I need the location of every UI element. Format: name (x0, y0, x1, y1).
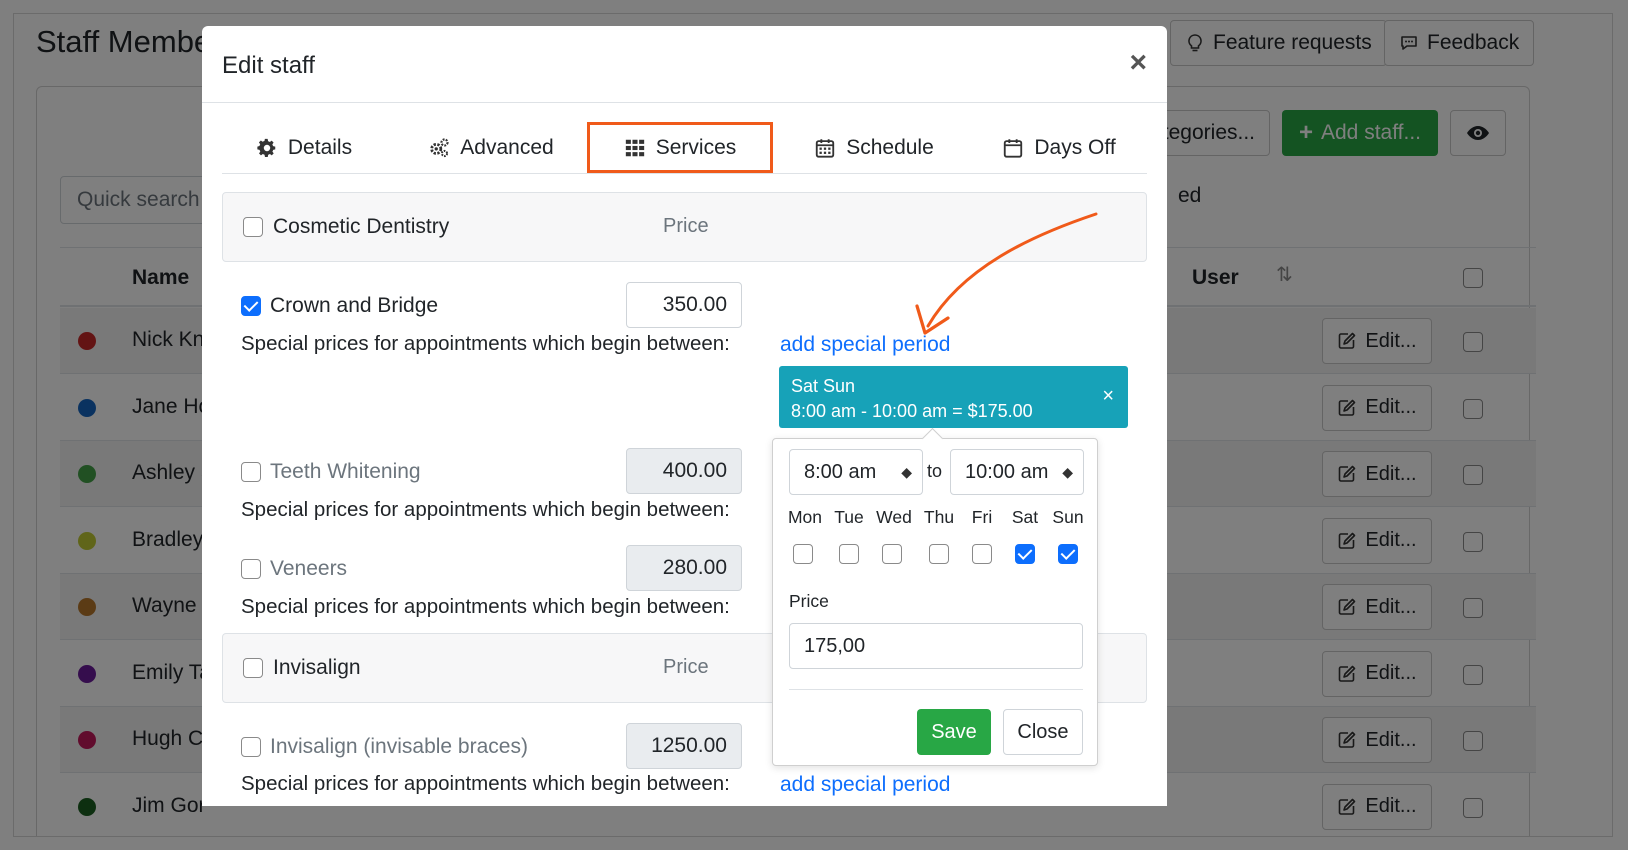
tab-advanced-label: Advanced (460, 135, 554, 159)
popover-save-button[interactable]: Save (917, 709, 991, 755)
tab-advanced[interactable]: Advanced (406, 122, 576, 173)
tab-details-label: Details (287, 135, 353, 159)
to-time-select[interactable]: 10:00 am ◆ (950, 449, 1084, 495)
special-prices-text: Special prices for appointments which be… (241, 595, 730, 618)
remove-period-button[interactable]: × (1102, 384, 1114, 409)
day-label-thu: Thu (923, 507, 955, 527)
calendar-icon (1004, 138, 1023, 158)
day-label-tue: Tue (834, 507, 864, 527)
service-name: Veneers (270, 557, 348, 580)
day-checkbox-sun[interactable] (1058, 544, 1078, 564)
popover-divider (789, 689, 1083, 690)
popover-price-input[interactable]: 175,00 (789, 623, 1083, 669)
group-header-cosmetic-dentistry: Cosmetic Dentistry Price (222, 192, 1147, 262)
tab-days-off-label: Days Off (1034, 135, 1116, 159)
price-column-label: Price (663, 215, 709, 237)
service-checkbox-teeth-whitening[interactable] (241, 462, 261, 482)
day-checkbox-fri[interactable] (972, 544, 992, 564)
day-label-sun: Sun (1052, 507, 1084, 527)
to-label: to (927, 461, 943, 481)
gear-icon (257, 138, 276, 157)
service-name: Teeth Whitening (270, 460, 421, 483)
service-checkbox-veneers[interactable] (241, 559, 261, 579)
tab-services[interactable]: Services (587, 122, 773, 173)
modal-title: Edit staff (222, 52, 315, 79)
day-label-fri: Fri (971, 507, 993, 527)
service-price-input[interactable]: 280.00 (626, 545, 742, 591)
group-checkbox[interactable] (243, 217, 263, 237)
day-checkbox-thu[interactable] (929, 544, 949, 564)
popover-price-label: Price (789, 591, 829, 611)
service-name: Invisalign (invisable braces) (270, 735, 528, 758)
popover-close-button[interactable]: Close (1003, 709, 1083, 755)
add-special-period-link[interactable]: add special period (780, 773, 950, 797)
from-time-select[interactable]: 8:00 am ◆ (789, 449, 923, 495)
day-label-mon: Mon (787, 507, 823, 527)
tab-details[interactable]: Details (222, 122, 386, 173)
day-checkbox-sat[interactable] (1015, 544, 1035, 564)
tab-schedule[interactable]: Schedule (792, 122, 956, 173)
price-column-label: Price (663, 656, 709, 678)
service-price-input[interactable]: 350.00 (626, 282, 742, 328)
day-checkbox-wed[interactable] (882, 544, 902, 564)
modal-tabs: Details Advanced Services Schedule Days … (222, 122, 1147, 174)
special-period-badge[interactable]: Sat Sun 8:00 am - 10:00 am = $175.00 × (779, 366, 1128, 428)
day-checkbox-tue[interactable] (839, 544, 859, 564)
tab-days-off[interactable]: Days Off (984, 122, 1134, 173)
gears-icon (430, 137, 449, 157)
tab-services-label: Services (655, 135, 737, 159)
special-prices-text: Special prices for appointments which be… (241, 332, 730, 355)
service-price-input[interactable]: 1250.00 (626, 723, 742, 769)
modal-close-button[interactable]: × (1129, 48, 1147, 78)
day-checkbox-mon[interactable] (793, 544, 813, 564)
edit-staff-modal: Edit staff × Details Advanced Services S… (202, 26, 1167, 806)
from-time-value: 8:00 am (804, 461, 877, 483)
period-summary: 8:00 am - 10:00 am = $175.00 (791, 401, 1033, 421)
service-name: Crown and Bridge (270, 294, 439, 317)
special-period-popover: 8:00 am ◆ to 10:00 am ◆ Mon Tue Wed Thu … (772, 438, 1098, 766)
add-special-period-link[interactable]: add special period (780, 333, 950, 357)
service-checkbox-crown-and-bridge[interactable] (241, 296, 261, 316)
special-prices-text: Special prices for appointments which be… (241, 498, 730, 521)
select-arrows-icon: ◆ (901, 464, 912, 480)
group-checkbox[interactable] (243, 658, 263, 678)
period-days: Sat Sun (791, 376, 856, 396)
modal-header: Edit staff × (202, 26, 1167, 103)
service-checkbox-invisalign-braces[interactable] (241, 737, 261, 757)
tab-schedule-label: Schedule (846, 135, 934, 159)
select-arrows-icon: ◆ (1062, 464, 1073, 480)
day-label-wed: Wed (876, 507, 912, 527)
service-price-input[interactable]: 400.00 (626, 448, 742, 494)
special-prices-text: Special prices for appointments which be… (241, 772, 730, 795)
to-time-value: 10:00 am (965, 461, 1049, 483)
group-name: Cosmetic Dentistry (273, 215, 450, 238)
group-name: Invisalign (273, 656, 361, 679)
day-label-sat: Sat (1011, 507, 1039, 527)
grid-icon (625, 139, 644, 156)
calendar-grid-icon (816, 138, 835, 158)
